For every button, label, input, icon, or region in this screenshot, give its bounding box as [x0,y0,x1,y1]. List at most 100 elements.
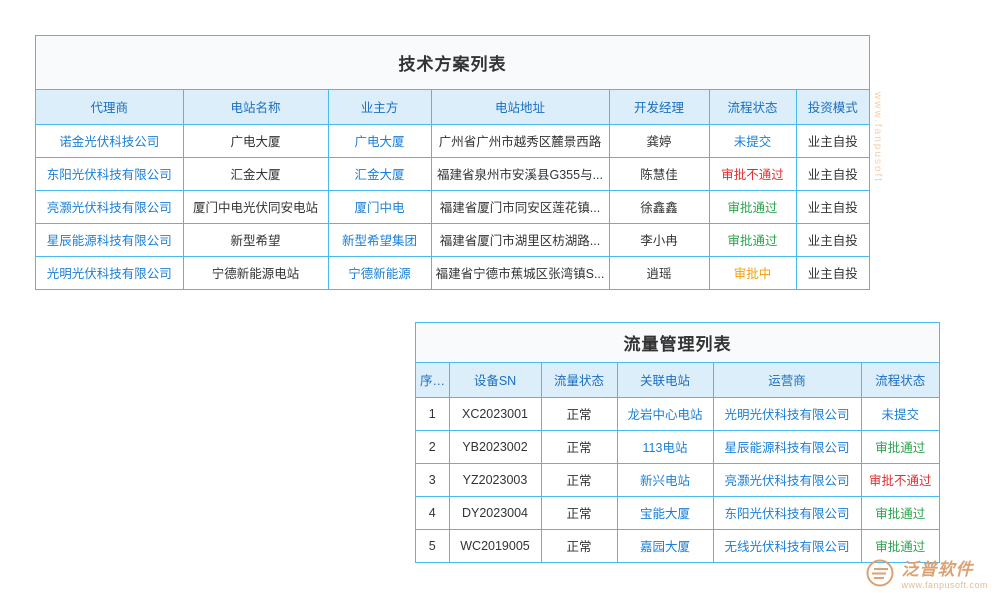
agent-cell: 亮灏光伏科技有限公司 [36,190,183,223]
station-link[interactable]: 新兴电站 [640,474,690,488]
brand-footer: 泛普软件 www.fanpusoft.com [865,555,988,590]
manager-text: 陈慧佳 [640,168,678,182]
station-link[interactable]: 113电站 [643,441,688,455]
table-row: 诺金光伏科技公司广电大厦广电大厦广州省广州市越秀区麓景西路龚婷未提交业主自投 [36,124,869,157]
header-row: 代理商电站名称业主方电站地址开发经理流程状态投资模式 [36,90,869,124]
invest_mode-cell: 业主自投 [796,157,869,190]
table-row: 光明光伏科技有限公司 宁德新能源电站 宁德新能源 福建省宁德市蕉城区张湾镇S... 逍瑶… [36,256,869,289]
vertical-watermark: www.fanpusoft [872,92,883,183]
column-header-index: 序号 [416,363,449,397]
owner-cell: 汇金大厦 [328,157,431,190]
agent-link[interactable]: 亮灏光伏科技有限公司 [47,201,172,215]
column-header-station_name: 电站名称 [183,90,328,124]
invest_mode-text: 业主自投 [808,267,858,281]
station-cell: 113电站 [617,430,713,463]
station-cell: 新兴电站 [617,463,713,496]
owner-link[interactable]: 厦门中电 [354,201,404,215]
operator-cell: 东阳光伏科技有限公司 [713,496,861,529]
status-text: 审批通过 [727,201,777,215]
device_sn-cell: XC2023001 [449,397,541,430]
column-header-invest_mode: 投资模式 [796,90,869,124]
flow_status-text: 正常 [566,441,591,455]
device_sn-cell: YZ2023003 [449,463,541,496]
agent-cell: 星辰能源科技有限公司 [36,223,183,256]
station_name-text: 新型希望 [230,234,280,248]
status-text: 审批不通过 [721,168,784,182]
status-text: 未提交 [881,408,919,422]
device_sn-cell: WC2019005 [449,529,541,562]
index-text: 5 [429,539,436,553]
column-header-owner: 业主方 [328,90,431,124]
status-cell: 审批中 [709,256,796,289]
flow_status-cell: 正常 [541,430,617,463]
tech-plan-table: 代理商电站名称业主方电站地址开发经理流程状态投资模式 诺金光伏科技公司 广电大厦 广… [36,90,869,289]
address-text: 福建省泉州市安溪县G355与... [437,168,603,182]
status-cell: 未提交 [709,124,796,157]
operator-link[interactable]: 亮灏光伏科技有限公司 [724,474,849,488]
status-text: 审批通过 [875,540,925,554]
column-header-status: 流程状态 [861,363,939,397]
device_sn-text: WC2019005 [460,539,530,553]
brand-site-url: www.fanpusoft.com [901,580,988,590]
owner-link[interactable]: 广电大厦 [354,135,404,149]
status-cell: 未提交 [861,397,939,430]
invest_mode-text: 业主自投 [808,135,858,149]
station_name-text: 宁德新能源电站 [212,267,300,281]
manager-cell: 陈慧佳 [609,157,709,190]
flow-management-table-panel: 流量管理列表 序号设备SN流量状态关联电站运营商流程状态 1XC2023001正… [415,322,940,563]
manager-text: 徐鑫鑫 [640,201,678,215]
table-row: 亮灏光伏科技有限公司 厦门中电光伏同安电站 厦门中电 福建省厦门市同安区莲花镇... 徐… [36,190,869,223]
operator-cell: 星辰能源科技有限公司 [713,430,861,463]
operator-link[interactable]: 东阳光伏科技有限公司 [724,507,849,521]
address-text: 福建省厦门市湖里区枋湖路... [440,234,600,248]
address-text: 福建省宁德市蕉城区张湾镇S... [436,267,605,281]
station_name-cell: 宁德新能源电站 [183,256,328,289]
manager-cell: 逍瑶 [609,256,709,289]
address-cell: 福建省厦门市同安区莲花镇... [431,190,609,223]
operator-cell: 亮灏光伏科技有限公司 [713,463,861,496]
station-cell: 嘉园大厦 [617,529,713,562]
table-row: 东阳光伏科技有限公司汇金大厦汇金大厦福建省泉州市安溪县G355与...陈慧佳审批… [36,157,869,190]
operator-link[interactable]: 光明光伏科技有限公司 [724,408,849,422]
manager-text: 李小冉 [640,234,678,248]
station-link[interactable]: 宝能大厦 [640,507,690,521]
status-text: 未提交 [734,135,772,149]
invest_mode-text: 业主自投 [808,201,858,215]
index-cell: 4 [416,496,449,529]
operator-link[interactable]: 星辰能源科技有限公司 [724,441,849,455]
owner-link[interactable]: 汇金大厦 [354,168,404,182]
station_name-text: 厦门中电光伏同安电站 [193,201,318,215]
invest_mode-cell: 业主自投 [796,124,869,157]
address-cell: 福建省宁德市蕉城区张湾镇S... [431,256,609,289]
manager-text: 龚婷 [646,135,671,149]
flow-management-table: 序号设备SN流量状态关联电站运营商流程状态 1XC2023001正常龙岩中心电站… [416,363,939,562]
station-link[interactable]: 龙岩中心电站 [627,408,702,422]
flow_status-text: 正常 [566,474,591,488]
table-row: 星辰能源科技有限公司新型希望新型希望集团福建省厦门市湖里区枋湖路...李小冉审批… [36,223,869,256]
station-cell: 宝能大厦 [617,496,713,529]
agent-link[interactable]: 东阳光伏科技有限公司 [47,168,172,182]
flow_status-text: 正常 [566,540,591,554]
column-header-agent: 代理商 [36,90,183,124]
station_name-cell: 汇金大厦 [183,157,328,190]
flow_status-text: 正常 [566,507,591,521]
agent-link[interactable]: 光明光伏科技有限公司 [47,267,172,281]
address-cell: 福建省厦门市湖里区枋湖路... [431,223,609,256]
agent-link[interactable]: 诺金光伏科技公司 [59,135,159,149]
table-row: 3YZ2023003正常新兴电站亮灏光伏科技有限公司审批不通过 [416,463,939,496]
station-link[interactable]: 嘉园大厦 [640,540,690,554]
column-header-operator: 运营商 [713,363,861,397]
index-cell: 5 [416,529,449,562]
status-cell: 审批通过 [861,496,939,529]
owner-link[interactable]: 宁德新能源 [348,267,411,281]
column-header-status: 流程状态 [709,90,796,124]
address-text: 广州省广州市越秀区麓景西路 [439,135,602,149]
page: 技术方案列表 代理商电站名称业主方电站地址开发经理流程状态投资模式 诺金光伏科技… [0,0,1000,600]
owner-link[interactable]: 新型希望集团 [342,234,417,248]
table-row: 4DY2023004正常宝能大厦东阳光伏科技有限公司审批通过 [416,496,939,529]
agent-link[interactable]: 星辰能源科技有限公司 [47,234,172,248]
operator-link[interactable]: 无线光伏科技有限公司 [724,540,849,554]
invest_mode-text: 业主自投 [808,168,858,182]
column-header-station: 关联电站 [617,363,713,397]
index-text: 2 [429,440,436,454]
